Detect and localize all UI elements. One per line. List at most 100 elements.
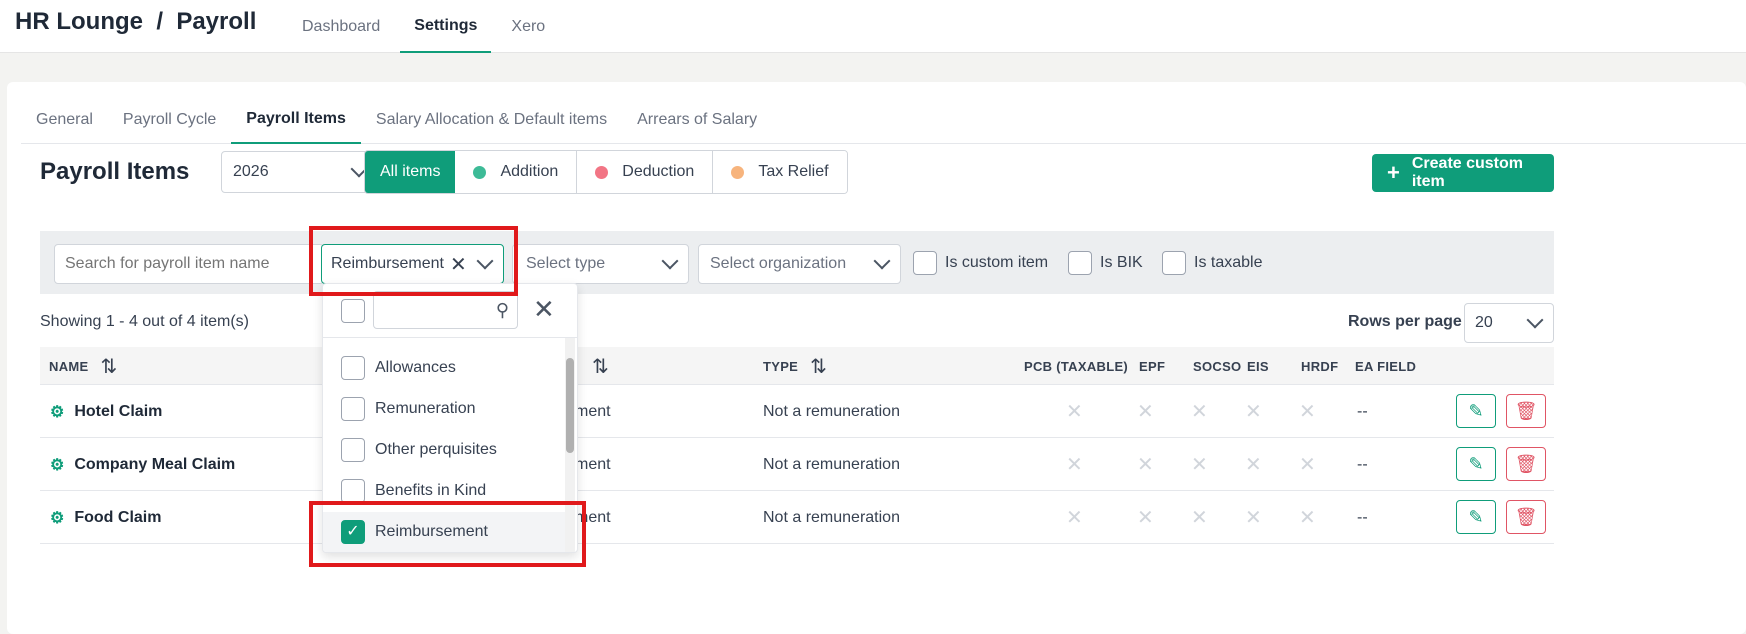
col-pcb: PCB (TAXABLE) bbox=[1024, 358, 1129, 374]
dropdown-search-input[interactable]: ⚲ bbox=[373, 291, 518, 329]
tax-relief-label: Tax Relief bbox=[758, 163, 829, 180]
search-icon: ⚲ bbox=[495, 300, 509, 320]
option-remuneration[interactable]: Remuneration bbox=[323, 389, 567, 429]
option-label: Benefits in Kind bbox=[375, 482, 487, 499]
highlight-box-reimbursement bbox=[309, 501, 586, 567]
addition-filter-button[interactable]: Addition bbox=[455, 151, 578, 193]
select-all-checkbox[interactable] bbox=[341, 299, 365, 323]
organization-select[interactable]: Select organization bbox=[698, 244, 901, 284]
deduction-filter-button[interactable]: Deduction bbox=[577, 151, 714, 193]
socso-x-icon: ✕ bbox=[1191, 401, 1208, 423]
epf-x-icon: ✕ bbox=[1137, 401, 1154, 423]
pcb-x-icon: ✕ bbox=[1066, 454, 1083, 476]
option-label: Allowances bbox=[375, 359, 456, 376]
row-category: ment bbox=[575, 402, 611, 420]
delete-button[interactable]: 🗑 bbox=[1506, 447, 1546, 481]
settings-sub-tabs: General Payroll Cycle Payroll Items Sala… bbox=[21, 96, 1746, 144]
col-type[interactable]: TYPE ⇅ bbox=[763, 347, 827, 385]
hrdf-x-icon: ✕ bbox=[1299, 507, 1316, 529]
create-custom-item-button[interactable]: + Create custom item bbox=[1372, 154, 1554, 192]
checkbox-box[interactable] bbox=[341, 356, 365, 380]
sort-icon[interactable]: ⇅ bbox=[592, 354, 609, 379]
table-row: ⚙ Food Claim ment Not a remuneration ✕ ✕ … bbox=[40, 491, 1554, 544]
deduction-dot-icon bbox=[595, 165, 609, 179]
delete-button[interactable]: 🗑 bbox=[1506, 500, 1546, 534]
year-select[interactable]: 2026 bbox=[221, 151, 378, 193]
col-name[interactable]: NAME ⇅ bbox=[49, 347, 118, 385]
table-row: ⚙ Hotel Claim ment Not a remuneration ✕ ✕… bbox=[40, 385, 1554, 438]
checkbox-box[interactable] bbox=[341, 397, 365, 421]
deduction-label: Deduction bbox=[622, 163, 695, 180]
is-custom-item-checkbox[interactable]: Is custom item bbox=[913, 251, 1048, 275]
edit-button[interactable]: ✎ bbox=[1456, 500, 1496, 534]
rows-per-page-label: Rows per page bbox=[1348, 313, 1462, 330]
chevron-down-icon bbox=[873, 252, 891, 270]
edit-button[interactable]: ✎ bbox=[1456, 394, 1496, 428]
eis-x-icon: ✕ bbox=[1245, 454, 1262, 476]
is-taxable-label: Is taxable bbox=[1194, 254, 1263, 271]
checkbox-box[interactable] bbox=[1068, 251, 1092, 275]
tab-arrears-of-salary[interactable]: Arrears of Salary bbox=[622, 96, 772, 144]
checkbox-box[interactable] bbox=[341, 438, 365, 462]
col-type-label: TYPE bbox=[763, 358, 799, 374]
rows-per-page-select[interactable]: 20 bbox=[1464, 303, 1554, 343]
tax-relief-dot-icon bbox=[731, 165, 745, 179]
filter-bar: Reimbursement ✕ Select type Select organ… bbox=[40, 231, 1554, 294]
custom-gear-icon: ⚙ bbox=[50, 456, 65, 474]
sort-icon[interactable]: ⇅ bbox=[810, 354, 827, 379]
rows-per-page-value: 20 bbox=[1475, 314, 1493, 331]
top-bar: HR Lounge / Payroll Dashboard Settings X… bbox=[0, 0, 1746, 53]
tax-relief-filter-button[interactable]: Tax Relief bbox=[713, 151, 847, 193]
table-header: NAME ⇅ ⇅ TYPE ⇅ PCB (TAXABLE) EPF SOCSO EI… bbox=[40, 347, 1554, 385]
row-name: Hotel Claim bbox=[74, 402, 163, 420]
eis-x-icon: ✕ bbox=[1245, 507, 1262, 529]
sort-icon[interactable]: ⇅ bbox=[100, 354, 117, 379]
tab-salary-allocation[interactable]: Salary Allocation & Default items bbox=[361, 96, 622, 144]
addition-label: Addition bbox=[500, 163, 559, 180]
row-name: Company Meal Claim bbox=[74, 455, 236, 473]
checkbox-box[interactable] bbox=[1162, 251, 1186, 275]
top-nav: Dashboard Settings Xero bbox=[288, 0, 565, 53]
hrdf-x-icon: ✕ bbox=[1299, 401, 1316, 423]
col-ea-field: EA FIELD bbox=[1355, 358, 1417, 374]
epf-x-icon: ✕ bbox=[1137, 507, 1154, 529]
year-value: 2026 bbox=[233, 163, 269, 180]
col-name-label: NAME bbox=[49, 358, 89, 374]
tab-payroll-items[interactable]: Payroll Items bbox=[231, 96, 361, 144]
custom-gear-icon: ⚙ bbox=[50, 509, 65, 527]
delete-button[interactable]: 🗑 bbox=[1506, 394, 1546, 428]
checkbox-box[interactable] bbox=[913, 251, 937, 275]
col-category-sort[interactable]: ⇅ bbox=[580, 347, 609, 385]
row-ea-field: -- bbox=[1357, 455, 1368, 473]
type-select[interactable]: Select type bbox=[512, 244, 689, 284]
col-socso: SOCSO bbox=[1193, 358, 1242, 374]
tab-xero[interactable]: Xero bbox=[497, 0, 559, 53]
search-input[interactable] bbox=[54, 244, 324, 284]
tab-general[interactable]: General bbox=[21, 96, 108, 144]
close-icon[interactable]: ✕ bbox=[533, 296, 555, 322]
option-other-perquisites[interactable]: Other perquisites bbox=[323, 430, 567, 470]
table-row: ⚙ Company Meal Claim ment Not a remunerat… bbox=[40, 438, 1554, 491]
scrollbar-thumb[interactable] bbox=[566, 358, 574, 453]
is-bik-checkbox[interactable]: Is BIK bbox=[1068, 251, 1143, 275]
col-hrdf: HRDF bbox=[1301, 358, 1339, 374]
tab-payroll-cycle[interactable]: Payroll Cycle bbox=[108, 96, 231, 144]
tab-settings[interactable]: Settings bbox=[400, 0, 492, 53]
option-label: Remuneration bbox=[375, 400, 476, 417]
tab-dashboard[interactable]: Dashboard bbox=[288, 0, 394, 53]
row-ea-field: -- bbox=[1357, 508, 1368, 526]
option-label: Other perquisites bbox=[375, 441, 497, 458]
row-category: ment bbox=[575, 455, 611, 473]
eis-x-icon: ✕ bbox=[1245, 401, 1262, 423]
plus-icon: + bbox=[1387, 160, 1400, 185]
page-title: Payroll Items bbox=[40, 158, 190, 185]
row-ea-field: -- bbox=[1357, 402, 1368, 420]
checkbox-box[interactable] bbox=[341, 479, 365, 503]
option-allowances[interactable]: Allowances bbox=[323, 348, 567, 388]
is-taxable-checkbox[interactable]: Is taxable bbox=[1162, 251, 1262, 275]
edit-button[interactable]: ✎ bbox=[1456, 447, 1496, 481]
col-eis: EIS bbox=[1247, 358, 1269, 374]
row-name: Food Claim bbox=[74, 508, 162, 526]
all-items-button[interactable]: All items bbox=[365, 151, 456, 193]
row-name-cell: ⚙ Company Meal Claim bbox=[50, 438, 235, 491]
